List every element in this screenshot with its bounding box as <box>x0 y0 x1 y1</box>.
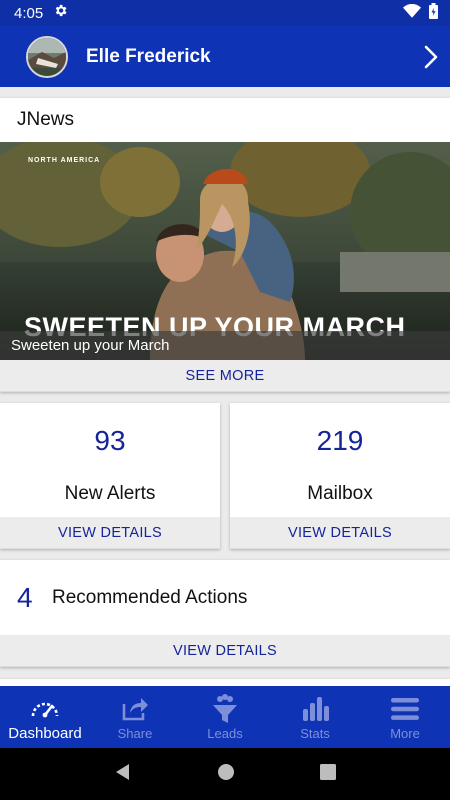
hamburger-icon <box>391 694 419 724</box>
status-time: 4:05 <box>14 4 44 22</box>
new-alerts-view-details-button[interactable]: VIEW DETAILS <box>0 517 220 549</box>
nav-dashboard-label: Dashboard <box>8 724 82 742</box>
nav-share[interactable]: Share <box>90 686 180 748</box>
news-card: JNews NORTH AMERICA SWEETEN UP YOUR MARC… <box>0 98 450 392</box>
settings-gear-icon <box>53 3 68 23</box>
recommended-actions-count: 4 <box>17 581 33 613</box>
status-bar: 4:05 <box>0 0 450 26</box>
share-icon <box>121 694 149 724</box>
mailbox-card: 219 Mailbox VIEW DETAILS <box>230 403 450 549</box>
nav-stats[interactable]: Stats <box>270 686 360 748</box>
mailbox-count: 219 <box>316 425 364 456</box>
profile-header[interactable]: Elle Frederick <box>0 26 450 87</box>
nav-more[interactable]: More <box>360 686 450 748</box>
news-section-title: JNews <box>17 109 75 130</box>
see-more-button[interactable]: SEE MORE <box>0 360 450 392</box>
news-region-label: NORTH AMERICA <box>28 157 101 164</box>
bottom-navigation: Dashboard Share Leads Stats More <box>0 686 450 748</box>
recommended-actions-card: 4 Recommended Actions VIEW DETAILS <box>0 560 450 667</box>
news-caption: Sweeten up your March <box>0 331 450 360</box>
news-image[interactable]: NORTH AMERICA SWEETEN UP YOUR MARCH Swee… <box>0 142 450 360</box>
dashboard-content[interactable]: JNews NORTH AMERICA SWEETEN UP YOUR MARC… <box>0 87 450 686</box>
mailbox-view-details-button[interactable]: VIEW DETAILS <box>230 517 450 549</box>
recommended-actions-row: 4 Recommended Actions <box>0 560 247 635</box>
recommended-actions-label: Recommended Actions <box>52 586 248 608</box>
wifi-icon <box>403 3 421 23</box>
nav-stats-label: Stats <box>300 725 330 741</box>
battery-icon <box>429 2 438 24</box>
next-card-peek <box>0 679 450 686</box>
nav-dashboard[interactable]: Dashboard <box>0 686 90 748</box>
avatar[interactable] <box>26 35 68 78</box>
mailbox-label: Mailbox <box>307 483 373 504</box>
bar-chart-icon <box>301 694 329 724</box>
back-icon[interactable] <box>114 763 132 786</box>
chevron-right-icon[interactable] <box>424 45 438 69</box>
speedometer-icon <box>30 693 60 723</box>
new-alerts-card: 93 New Alerts VIEW DETAILS <box>0 403 220 549</box>
funnel-icon <box>211 693 239 724</box>
user-name: Elle Frederick <box>86 45 211 67</box>
nav-more-label: More <box>390 725 420 741</box>
recents-icon[interactable] <box>319 763 336 785</box>
new-alerts-count: 93 <box>94 425 126 456</box>
nav-leads[interactable]: Leads <box>180 686 270 748</box>
new-alerts-label: New Alerts <box>64 483 156 504</box>
home-icon[interactable] <box>217 763 235 786</box>
system-navigation-bar <box>0 748 450 800</box>
nav-share-label: Share <box>117 725 153 741</box>
recommended-actions-view-details-button[interactable]: VIEW DETAILS <box>0 635 450 667</box>
nav-leads-label: Leads <box>207 725 243 741</box>
